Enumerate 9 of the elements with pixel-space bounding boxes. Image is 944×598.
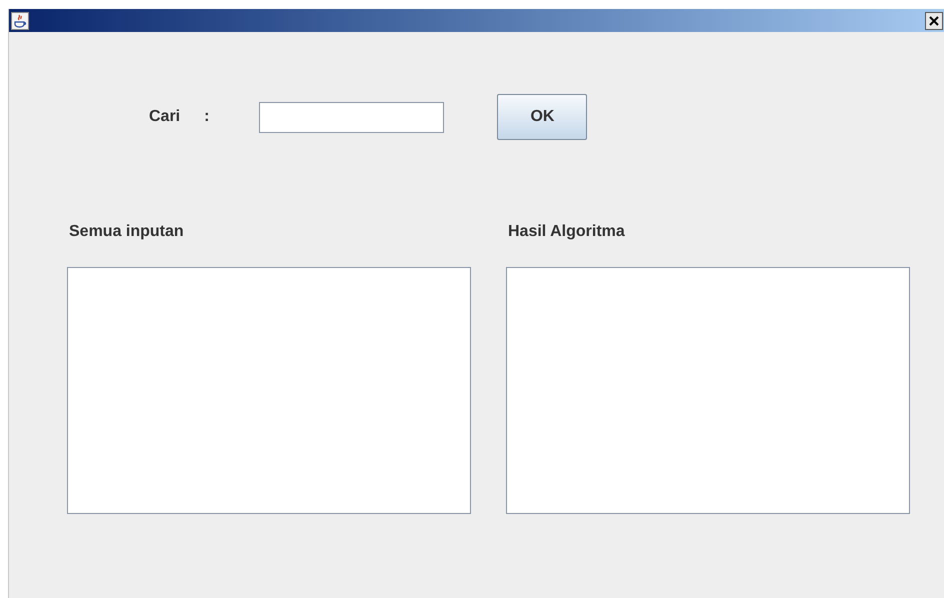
search-label: Cari <box>149 107 180 127</box>
close-button[interactable] <box>925 12 943 30</box>
panel-title: Hasil Algoritma <box>507 222 626 242</box>
close-icon <box>929 16 939 26</box>
separator-text: : <box>204 107 210 127</box>
panel-title: Semua inputan <box>68 222 185 242</box>
cup-icon <box>11 12 29 30</box>
search-field[interactable] <box>259 102 444 132</box>
ok-button[interactable]: OK <box>497 94 588 140</box>
